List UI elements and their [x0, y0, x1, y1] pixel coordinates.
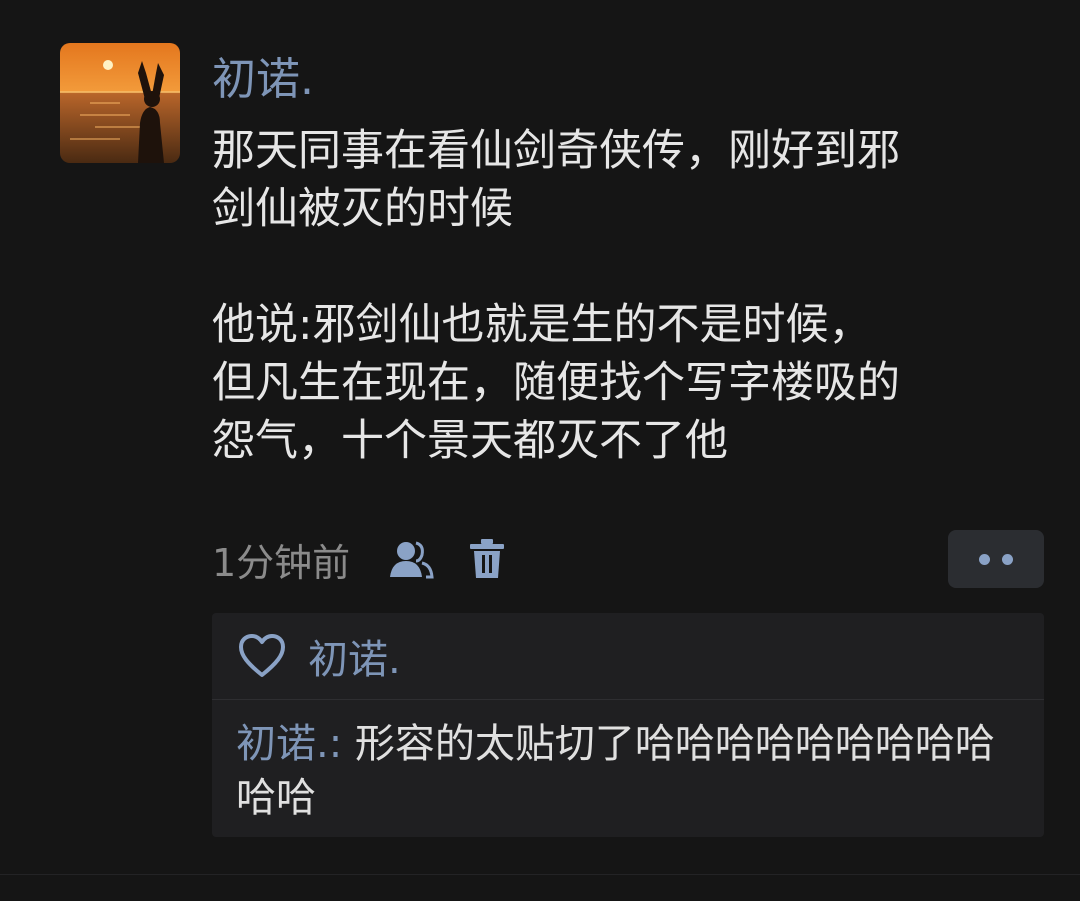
post-text-line: 怨气，十个景天都灭不了他	[212, 416, 728, 466]
post-text-line: 他说:邪剑仙也就是生的不是时候，	[212, 300, 872, 350]
two-dots-icon	[1002, 553, 1013, 565]
post-meta-row: 1分钟前	[212, 530, 512, 588]
comment-author[interactable]: 初诺.	[236, 721, 329, 767]
post-text-line: 但凡生在现在，随便找个写字楼吸的	[212, 358, 900, 408]
heart-outline-icon	[236, 630, 288, 682]
post-username[interactable]: 初诺.	[212, 50, 314, 110]
post-text-line: 那天同事在看仙剑奇侠传，刚好到邪	[212, 126, 900, 176]
likes-comments-panel: 初诺. 初诺.: 形容的太贴切了哈哈哈哈哈哈哈哈哈哈哈	[212, 613, 1044, 837]
two-dots-icon	[979, 553, 990, 565]
moments-post: 初诺. 那天同事在看仙剑奇侠传，刚好到邪 剑仙被灭的时候 他说:邪剑仙也就是生的…	[0, 0, 1080, 901]
likes-row: 初诺.	[212, 613, 1044, 700]
post-content: 那天同事在看仙剑奇侠传，刚好到邪 剑仙被灭的时候 他说:邪剑仙也就是生的不是时候…	[212, 122, 1052, 470]
more-actions-button[interactable]	[948, 530, 1044, 588]
comment-separator: :	[328, 721, 355, 767]
post-time: 1分钟前	[212, 540, 351, 585]
trash-icon[interactable]	[462, 534, 512, 584]
comment-item[interactable]: 初诺.: 形容的太贴切了哈哈哈哈哈哈哈哈哈哈哈	[236, 717, 1016, 825]
post-text-line: 剑仙被灭的时候	[212, 184, 513, 234]
divider	[0, 874, 1080, 875]
avatar[interactable]	[60, 43, 180, 163]
people-icon[interactable]	[386, 534, 436, 584]
avatar-sunset-image	[60, 43, 180, 163]
liker-name[interactable]: 初诺.	[308, 627, 401, 685]
